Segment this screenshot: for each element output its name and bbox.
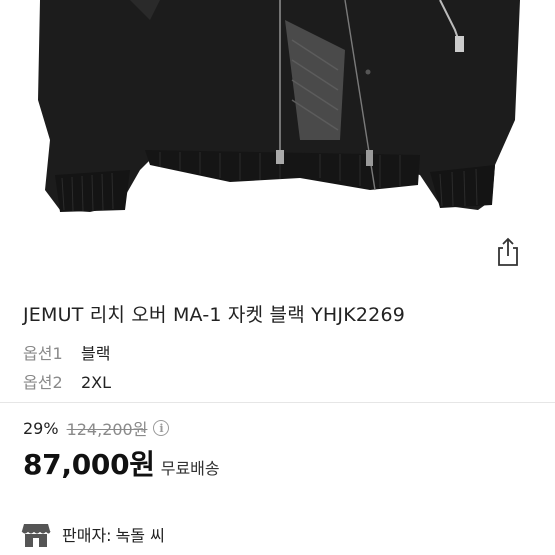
divider [0, 402, 555, 403]
seller-label: 판매자: [62, 526, 112, 545]
jacket-photo [38, 0, 520, 212]
discount-row: 29% 124,200원 i [23, 416, 170, 440]
sale-price: 87,000원 [23, 448, 155, 481]
share-icon [498, 237, 518, 266]
option-value: 블랙 [81, 344, 111, 363]
original-price: 124,200원 [66, 420, 148, 439]
store-icon [21, 524, 51, 547]
option-value: 2XL [81, 373, 112, 392]
share-button[interactable] [490, 234, 526, 270]
info-icon[interactable]: i [153, 420, 170, 436]
option-row-1: 옵션1 블랙 [23, 340, 110, 364]
price-row: 87,000원 무료배송 [23, 443, 220, 483]
option-label: 옵션2 [23, 373, 63, 392]
option-row-2: 옵션2 2XL [23, 369, 111, 393]
product-image[interactable] [0, 0, 555, 232]
discount-rate: 29% [23, 418, 59, 438]
shipping-badge: 무료배송 [160, 459, 220, 478]
seller-name[interactable]: 녹돌 씨 [116, 522, 165, 546]
seller-row[interactable]: 판매자: 녹돌 씨 [20, 518, 165, 550]
option-label: 옵션1 [23, 344, 63, 363]
product-title: JEMUT 리치 오버 MA-1 자켓 블랙 YHJK2269 [23, 304, 406, 326]
